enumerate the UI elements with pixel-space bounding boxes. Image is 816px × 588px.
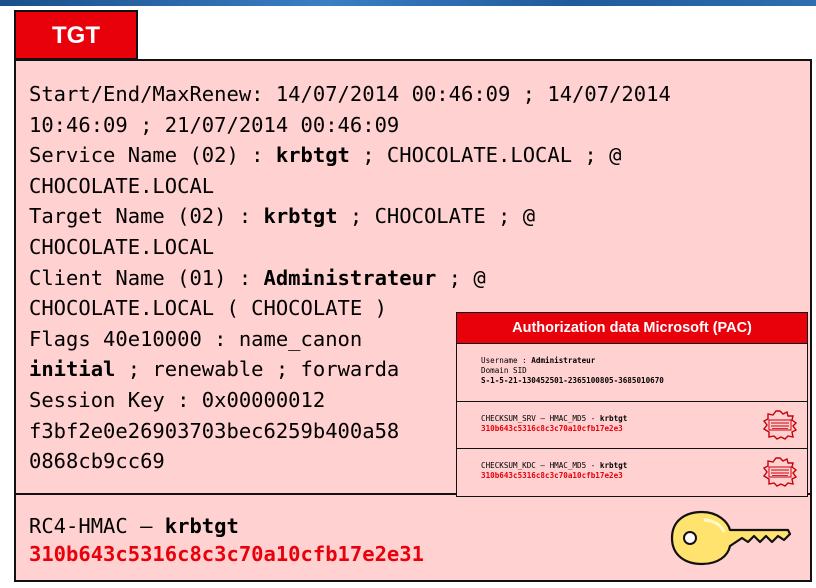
encryption-key-panel: RC4-HMAC – krbtgt 310b643c5316c8c3c70a10… <box>14 493 812 582</box>
target-name-line: Target Name (02) : krbtgt ; CHOCOLATE ; … <box>29 204 536 229</box>
checksum-srv-hash: 310b643c5316c8c3c70a10cfb17e2e3 <box>481 424 623 433</box>
client-name-line: Client Name (01) : Administrateur ; @ <box>29 265 486 290</box>
pac-panel: Authorization data Microsoft (PAC) Usern… <box>456 312 808 497</box>
certified-stamp-icon <box>763 410 797 440</box>
service-name-line: Service Name (02) : krbtgt ; CHOCOLATE.L… <box>29 143 622 168</box>
pac-checksum-srv-section: CHECKSUM_SRV – HMAC_MD5 - krbtgt 310b643… <box>457 402 807 449</box>
service-name-value: krbtgt <box>275 143 350 168</box>
pac-domain-sid: S-1-5-21-130452501-2365100805-3685010670 <box>481 376 664 385</box>
target-name-realm: CHOCOLATE.LOCAL <box>29 234 215 259</box>
key-algorithm: RC4-HMAC – krbtgt <box>29 514 239 538</box>
checksum-kdc-hash: 310b643c5316c8c3c70a10cfb17e2e3 <box>481 471 623 480</box>
pac-domain-sid-label: Domain SID <box>481 366 527 375</box>
pac-title: Authorization data Microsoft (PAC) <box>457 313 807 344</box>
certified-stamp-icon <box>763 457 797 487</box>
service-name-realm: CHOCOLATE.LOCAL <box>29 173 215 198</box>
checksum-kdc-label: CHECKSUM_KDC – HMAC_MD5 - krbtgt <box>481 461 628 470</box>
checksum-srv-label: CHECKSUM_SRV – HMAC_MD5 - krbtgt <box>481 414 628 423</box>
client-name-value: Administrateur <box>263 265 437 290</box>
validity-line-cont: 10:46:09 ; 21/07/2014 00:46:09 <box>29 112 400 137</box>
key-hash: 310b643c5316c8c3c70a10cfb17e2e31 <box>29 542 424 566</box>
target-name-value: krbtgt <box>263 204 338 229</box>
top-banner-strip <box>0 0 816 6</box>
pac-username: Username : Administrateur <box>481 356 596 365</box>
key-account: krbtgt <box>164 514 239 538</box>
validity-line: Start/End/MaxRenew: 14/07/2014 00:46:09 … <box>29 82 671 106</box>
tgt-tab-label: TGT <box>14 10 138 60</box>
key-icon <box>670 510 792 566</box>
pac-checksum-kdc-section: CHECKSUM_KDC – HMAC_MD5 - krbtgt 310b643… <box>457 449 807 495</box>
pac-identity-section: Username : Administrateur Domain SID S-1… <box>457 344 807 402</box>
